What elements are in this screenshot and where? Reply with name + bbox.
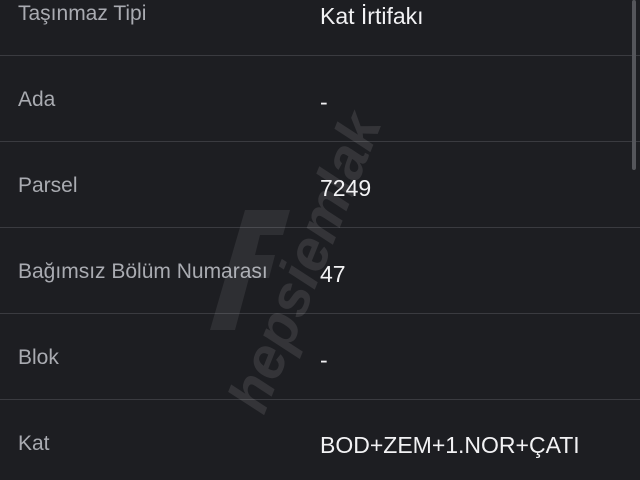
detail-label: Blok [18, 346, 59, 369]
scrollbar[interactable] [632, 0, 636, 170]
property-detail-list: Taşınmaz Tipi Kat İrtifakı Ada - Parsel … [0, 0, 640, 480]
detail-row-blok: Blok - [0, 314, 640, 400]
detail-row-independent-unit-number: Bağımsız Bölüm Numarası 47 [0, 228, 640, 314]
detail-row-ada: Ada - [0, 56, 640, 142]
detail-row-kat: Kat BOD+ZEM+1.NOR+ÇATI [0, 400, 640, 480]
detail-row-parsel: Parsel 7249 [0, 142, 640, 228]
detail-value: Kat İrtifakı [320, 3, 424, 29]
detail-row-property-type: Taşınmaz Tipi Kat İrtifakı [0, 0, 640, 56]
detail-value: BOD+ZEM+1.NOR+ÇATI [320, 432, 580, 458]
detail-label: Bağımsız Bölüm Numarası [18, 260, 268, 283]
detail-label: Ada [18, 88, 56, 111]
detail-value: - [320, 89, 328, 115]
detail-value: 7249 [320, 175, 372, 201]
detail-label: Parsel [18, 174, 78, 197]
detail-value: 47 [320, 261, 346, 287]
detail-value: - [320, 347, 328, 373]
detail-label: Kat [18, 432, 50, 455]
detail-label: Taşınmaz Tipi [18, 2, 147, 25]
property-details-screen: Taşınmaz Tipi Kat İrtifakı Ada - Parsel … [0, 0, 640, 480]
